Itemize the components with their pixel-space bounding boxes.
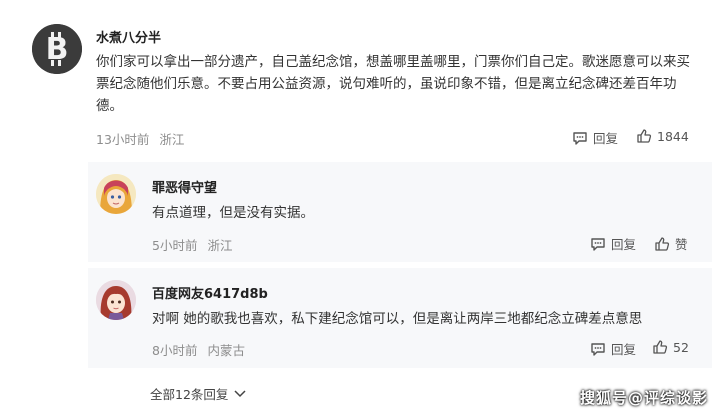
thumbs-up-icon <box>653 340 668 354</box>
like-count: 52 <box>673 339 689 355</box>
comment-bubble-icon <box>573 131 587 145</box>
avatar[interactable] <box>96 280 136 320</box>
reply-meta: 5小时前 浙江 <box>152 235 232 254</box>
reply-button[interactable]: 回复 <box>590 234 636 253</box>
comment-bubble-icon <box>591 237 605 251</box>
username[interactable]: 百度网友6417d8b <box>152 283 268 302</box>
like-button[interactable]: 1844 <box>636 128 689 144</box>
watermark: 搜狐号@评综谈影 <box>579 389 708 407</box>
reply-text: 对啊 她的歌我也喜欢，私下建纪念馆可以，但是离让两岸三地都纪念立碑差点意思 <box>152 311 643 327</box>
expand-replies-button[interactable]: 全部12条回复 <box>150 384 246 403</box>
anime-avatar-icon <box>96 280 136 320</box>
reply-meta: 8小时前 内蒙古 <box>152 340 245 359</box>
reply-label: 回复 <box>611 237 637 252</box>
like-count: 1844 <box>657 128 689 144</box>
reply-location: 内蒙古 <box>207 343 245 358</box>
comment-location: 浙江 <box>159 132 185 147</box>
reply-location: 浙江 <box>207 238 233 253</box>
reply-time: 5小时前 <box>152 238 198 253</box>
like-button[interactable]: 赞 <box>654 234 688 253</box>
thumbs-up-icon <box>655 236 670 251</box>
comment-meta: 13小时前 浙江 <box>96 129 184 148</box>
reply-text: 有点道理，但是没有实据。 <box>152 205 314 221</box>
username[interactable]: 水煮八分半 <box>96 27 161 46</box>
comment-time: 13小时前 <box>96 132 150 147</box>
reply-time: 8小时前 <box>152 343 198 358</box>
avatar[interactable] <box>96 174 136 214</box>
comment-bubble-icon <box>591 342 605 356</box>
username[interactable]: 罪恶得守望 <box>152 177 217 196</box>
reply-label: 回复 <box>611 342 637 357</box>
chevron-down-icon <box>234 389 246 397</box>
reply-label: 回复 <box>593 131 619 146</box>
comment-item: B 水煮八分半 你们家可以拿出一部分遗产，自己盖纪念馆，想盖哪里盖哪里，门票你们… <box>0 0 724 160</box>
reply-button[interactable]: 回复 <box>572 128 618 147</box>
svg-text:B: B <box>46 32 69 67</box>
expand-replies-label: 全部12条回复 <box>150 387 229 402</box>
like-label: 赞 <box>675 237 688 252</box>
comment-text: 你们家可以拿出一部分遗产，自己盖纪念馆，想盖哪里盖哪里，门票你们自己定。歌迷愿意… <box>96 54 690 114</box>
thumbs-up-icon <box>637 129 652 143</box>
like-button[interactable]: 52 <box>652 339 689 355</box>
anime-avatar-icon <box>96 174 136 214</box>
reply-button[interactable]: 回复 <box>590 339 636 358</box>
bitcoin-logo-icon: B <box>32 24 82 74</box>
avatar[interactable]: B <box>32 24 82 74</box>
